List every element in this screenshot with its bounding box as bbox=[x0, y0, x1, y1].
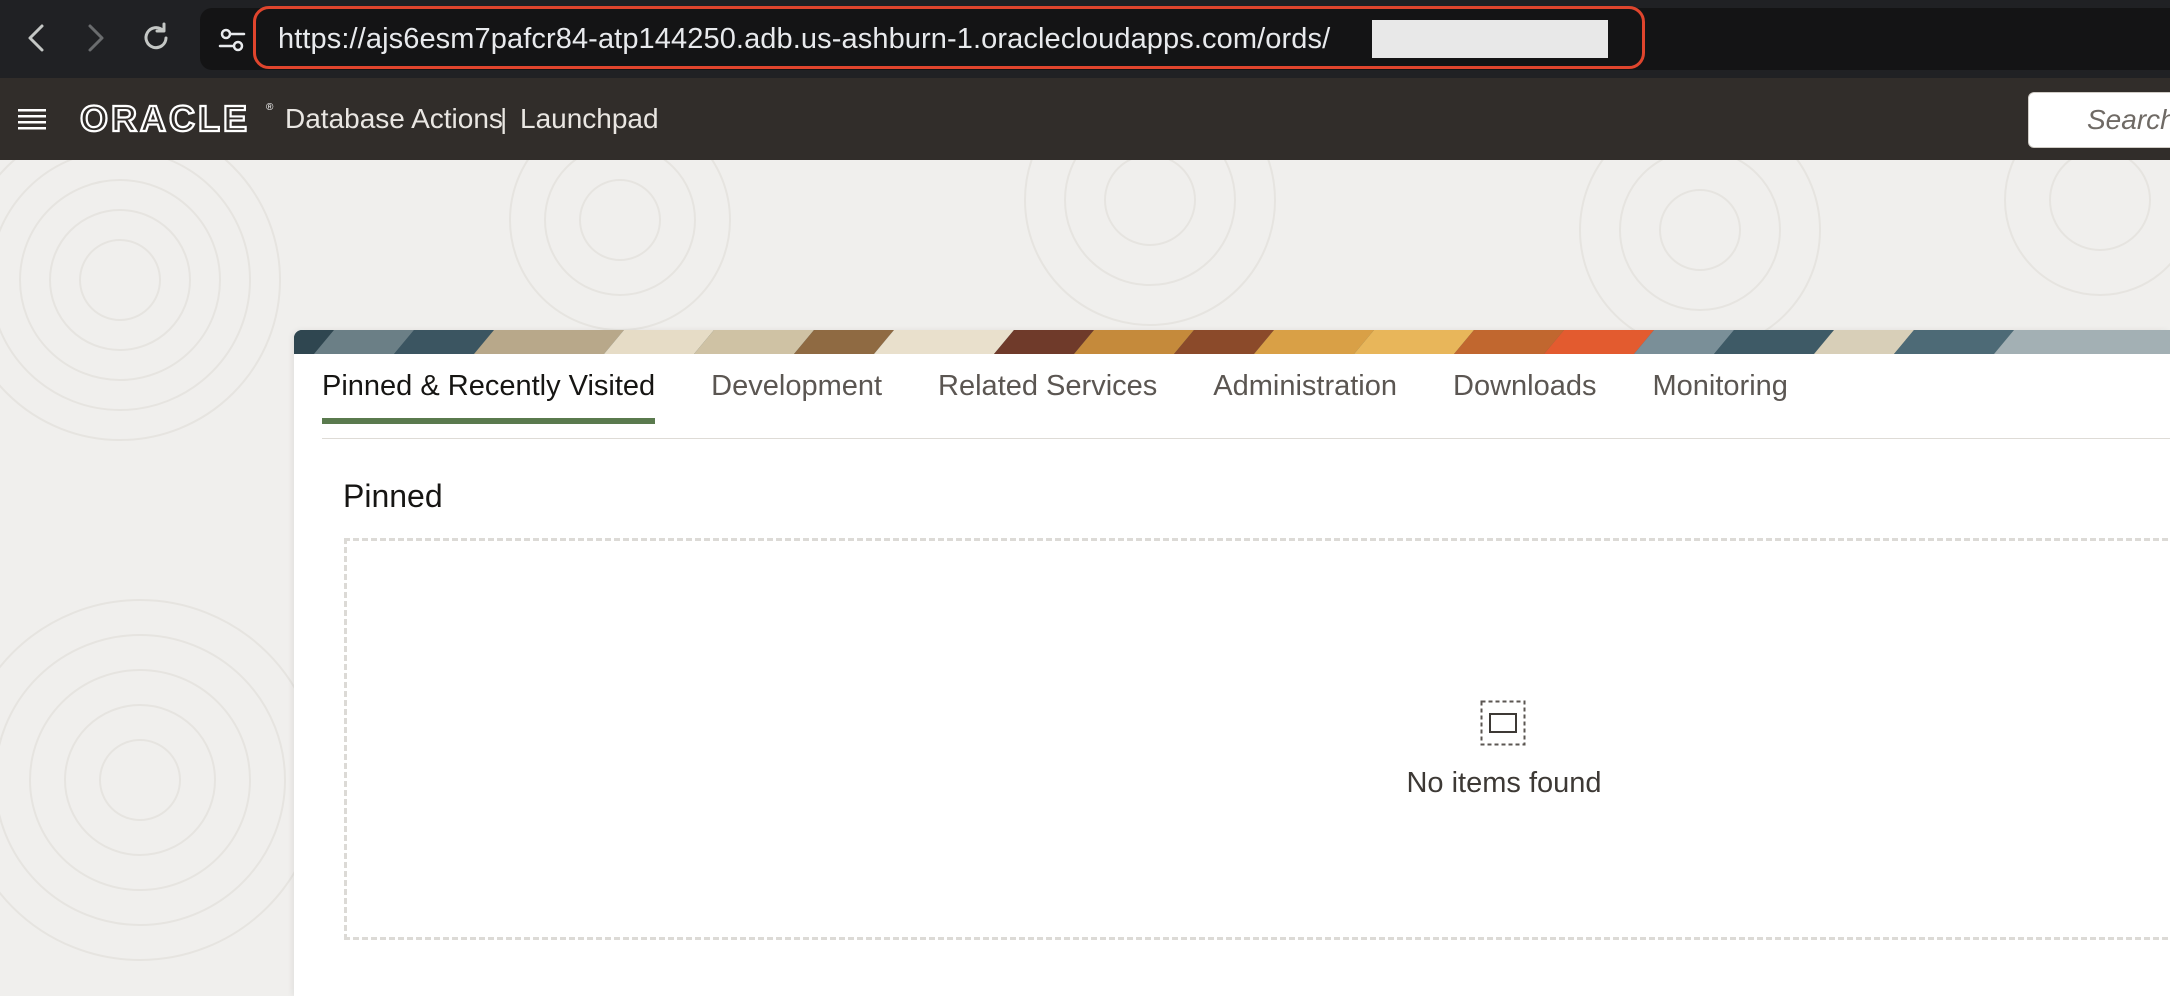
svg-text:ORACLE: ORACLE bbox=[80, 98, 250, 139]
launchpad-card: Pinned & Recently Visited Development Re… bbox=[294, 330, 2170, 996]
reload-button[interactable] bbox=[132, 14, 180, 62]
url-highlight-outline bbox=[253, 6, 1645, 69]
tab-pinned-recently-visited[interactable]: Pinned & Recently Visited bbox=[322, 354, 656, 424]
tab-development[interactable]: Development bbox=[711, 354, 882, 418]
tab-monitoring[interactable]: Monitoring bbox=[1653, 354, 1788, 418]
oracle-logo[interactable]: ORACLE ® bbox=[80, 96, 280, 140]
tab-related-services[interactable]: Related Services bbox=[938, 354, 1157, 418]
chevron-left-icon bbox=[28, 24, 44, 52]
decorative-banner bbox=[294, 330, 2170, 354]
menu-button[interactable] bbox=[14, 104, 50, 134]
tab-administration[interactable]: Administration bbox=[1213, 354, 1397, 418]
site-settings-button[interactable] bbox=[212, 20, 252, 60]
tab-downloads[interactable]: Downloads bbox=[1453, 354, 1596, 418]
tab-bar: Pinned & Recently Visited Development Re… bbox=[322, 354, 1844, 424]
chevron-right-icon bbox=[88, 24, 104, 52]
pinned-drop-area bbox=[344, 538, 2170, 940]
search-field[interactable] bbox=[2028, 92, 2170, 148]
empty-placeholder-icon bbox=[1480, 700, 1526, 746]
search-input[interactable] bbox=[2029, 93, 2170, 147]
tab-divider bbox=[322, 438, 2170, 439]
app-header: ORACLE ® Database Actions | Launchpad bbox=[0, 78, 2170, 160]
product-name: Database Actions bbox=[285, 103, 503, 134]
page-title: Launchpad bbox=[520, 103, 659, 134]
hamburger-icon bbox=[18, 109, 46, 130]
back-button[interactable] bbox=[12, 14, 60, 62]
browser-toolbar: https://ajs6esm7pafcr84-atp144250.adb.us… bbox=[0, 0, 2170, 78]
tune-icon bbox=[218, 28, 246, 52]
header-separator: | bbox=[500, 103, 508, 134]
pinned-section-title: Pinned bbox=[343, 478, 443, 514]
svg-text:®: ® bbox=[266, 102, 274, 113]
forward-button[interactable] bbox=[72, 14, 120, 62]
empty-message: No items found bbox=[1406, 767, 1602, 799]
reload-icon bbox=[144, 22, 168, 50]
